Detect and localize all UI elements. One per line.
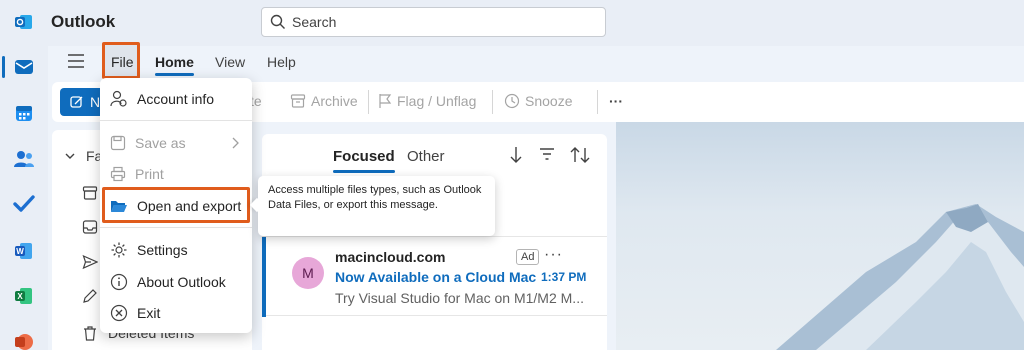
menu-item-print: Print: [108, 161, 244, 187]
flag-icon: [379, 94, 392, 108]
menu-item-label: Exit: [137, 305, 161, 321]
save-icon: [110, 135, 126, 151]
menu-item-about-outlook[interactable]: About Outlook: [108, 269, 244, 295]
menu-item-exit[interactable]: Exit: [108, 300, 244, 326]
clock-icon: [504, 93, 520, 109]
folder-inbox[interactable]: [82, 219, 98, 235]
archive-label: Archive: [311, 93, 358, 109]
menu-item-label: Account info: [137, 91, 215, 107]
draft-pencil-icon: [83, 289, 97, 303]
avatar: M: [292, 257, 324, 289]
svg-text:X: X: [17, 292, 23, 301]
folder-sent[interactable]: [82, 254, 98, 270]
trash-icon: [84, 326, 96, 341]
people-icon[interactable]: [12, 147, 36, 171]
title-bar: Outlook Search: [48, 0, 1024, 46]
sender-name: macincloud.com: [335, 249, 446, 265]
list-item[interactable]: M macincloud.com Ad ··· Now Available on…: [262, 236, 607, 317]
calendar-icon[interactable]: [12, 101, 36, 125]
word-icon[interactable]: W: [12, 239, 36, 263]
search-input[interactable]: Search: [292, 14, 336, 30]
open-and-export-tooltip: Access multiple files types, such as Out…: [258, 176, 495, 236]
arrow-down-icon[interactable]: [509, 146, 523, 164]
rail-active-indicator: [2, 56, 5, 78]
close-circle-icon: [110, 304, 128, 322]
toolbar-divider: [368, 90, 369, 114]
excel-icon[interactable]: X: [12, 284, 36, 308]
inbox-icon: [82, 220, 98, 234]
ad-badge: Ad: [516, 249, 540, 265]
folder-archive[interactable]: [82, 185, 98, 201]
selected-indicator: [262, 237, 266, 317]
sort-icon[interactable]: [570, 146, 590, 164]
menu-divider: [100, 120, 252, 121]
tab-file-label: File: [111, 54, 134, 70]
app-title: Outlook: [51, 12, 116, 31]
menu-divider: [100, 227, 252, 228]
svg-text:W: W: [16, 247, 24, 256]
person-gear-icon: [110, 90, 127, 107]
archive-icon: [290, 94, 306, 108]
tab-focused[interactable]: Focused: [333, 148, 395, 173]
app-rail: W X: [0, 0, 48, 350]
send-icon: [82, 254, 98, 270]
search-box[interactable]: Search: [261, 7, 606, 37]
message-preview: Try Visual Studio for Mac on M1/M2 M...: [335, 290, 584, 306]
tab-file[interactable]: File: [102, 42, 140, 79]
ribbon-tabs: Home View Help: [48, 46, 1024, 80]
filter-icon[interactable]: [539, 146, 555, 162]
search-icon: [270, 14, 285, 29]
snooze-button[interactable]: Snooze: [504, 93, 572, 109]
menu-item-label: Save as: [135, 135, 186, 151]
chevron-right-icon: [232, 137, 239, 149]
mail-icon[interactable]: [12, 55, 36, 79]
toolbar-divider: [492, 90, 493, 114]
archive-icon: [82, 186, 98, 200]
archive-button[interactable]: Archive: [290, 93, 358, 109]
gear-icon: [111, 242, 127, 258]
info-icon: [110, 273, 128, 291]
more-options-button[interactable]: ···: [609, 93, 623, 109]
mountain-background-image: [776, 204, 1024, 350]
folder-drafts[interactable]: [82, 288, 98, 304]
outlook-logo-icon: [12, 10, 36, 34]
open-and-export-highlight: [102, 187, 250, 223]
todo-icon[interactable]: [12, 192, 36, 216]
powerpoint-icon[interactable]: [12, 330, 36, 350]
tab-other[interactable]: Other: [407, 148, 445, 165]
hamburger-menu-icon[interactable]: [67, 54, 85, 68]
menu-item-save-as: Save as: [108, 130, 244, 156]
chevron-down-icon: [65, 153, 75, 159]
message-subject: Now Available on a Cloud Mac: [335, 269, 537, 285]
message-more-button[interactable]: ···: [544, 246, 563, 264]
tab-view[interactable]: View: [215, 54, 245, 70]
tab-help[interactable]: Help: [267, 54, 296, 70]
snooze-label: Snooze: [525, 93, 573, 109]
print-icon: [110, 166, 126, 182]
menu-item-label: About Outlook: [137, 274, 226, 290]
menu-item-label: Print: [135, 166, 164, 182]
reading-pane: [616, 122, 1024, 350]
flag-button[interactable]: Flag / Unflag: [378, 93, 476, 109]
compose-icon: [70, 96, 83, 108]
menu-item-label: Settings: [137, 242, 188, 258]
message-time: 1:37 PM: [541, 270, 587, 284]
flag-label: Flag / Unflag: [397, 93, 477, 109]
menu-item-settings[interactable]: Settings: [108, 237, 244, 263]
tab-home[interactable]: Home: [155, 54, 194, 76]
toolbar-divider: [597, 90, 598, 114]
message-list: Focused Other M macincloud.com Ad ··· No…: [262, 134, 607, 350]
menu-item-account-info[interactable]: Account info: [108, 86, 244, 112]
new-mail-label: N: [90, 94, 101, 110]
